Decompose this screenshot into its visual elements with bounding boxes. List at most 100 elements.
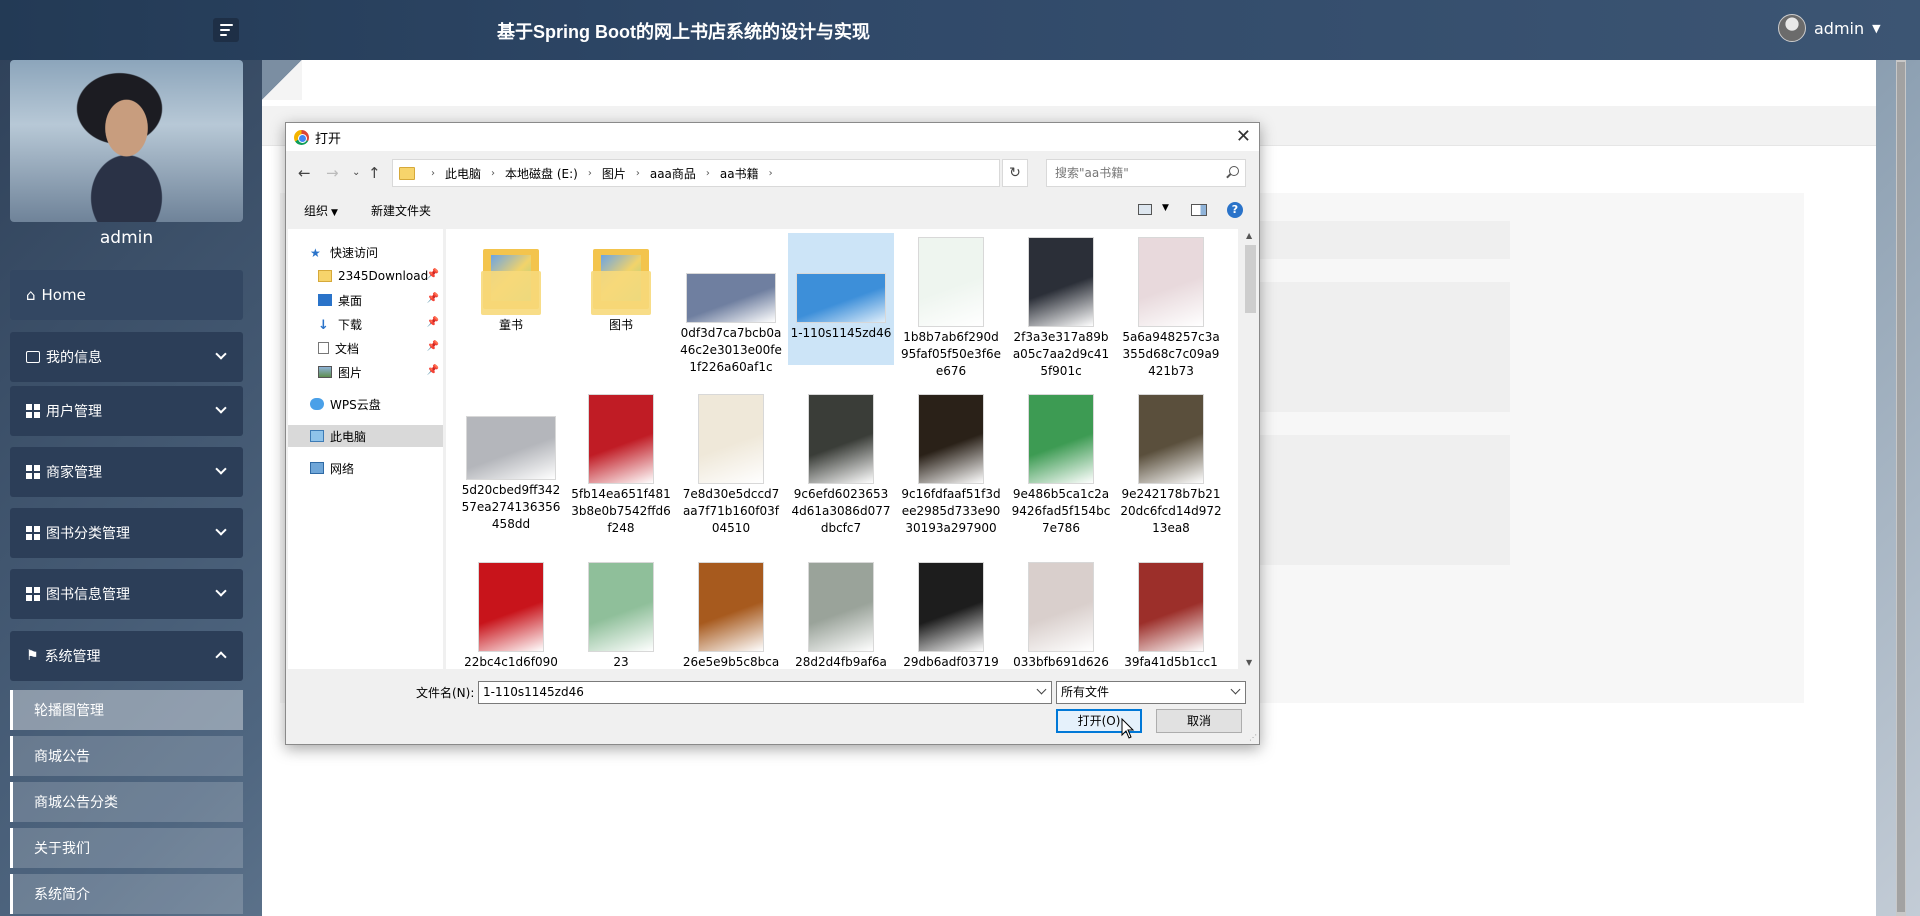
nav-item-quick-access[interactable]: ★ 快速访问 (288, 241, 443, 263)
nav-item-pictures[interactable]: 图片 📌 (288, 361, 443, 383)
desktop-icon (318, 294, 332, 306)
page-scrollbar[interactable] (1896, 60, 1906, 916)
sidebar-item-book-info[interactable]: 图书信息管理 (10, 569, 243, 619)
sidebar-item-book-categories[interactable]: 图书分类管理 (10, 508, 243, 558)
search-placeholder: 搜索"aa书籍" (1055, 166, 1129, 180)
menu-toggle-icon[interactable] (213, 18, 239, 42)
file-item[interactable]: 5fb14ea651f4813b8e0b7542ffd6f248 (568, 390, 674, 552)
view-options-icon[interactable] (1138, 204, 1152, 215)
breadcrumb-separator-icon[interactable]: › (769, 168, 773, 179)
address-bar[interactable]: › 此电脑 › 本地磁盘 (E:) › 图片 › aaa商品 › aa书籍 › (392, 159, 1088, 187)
help-icon[interactable]: ? (1227, 202, 1243, 218)
page-scrollbar-thumb[interactable] (1897, 62, 1905, 912)
file-list-scrollbar-thumb[interactable] (1245, 245, 1256, 313)
file-item[interactable]: 9c6efd60236534d61a3086d077dbcfc7 (788, 390, 894, 552)
breadcrumb-separator-icon[interactable]: › (636, 168, 640, 179)
search-icon[interactable] (1229, 166, 1239, 176)
file-item[interactable]: 5d20cbed9ff34257ea274136356458dd (458, 390, 564, 552)
recent-locations-chevron-icon[interactable]: ⌄ (352, 167, 360, 178)
search-input[interactable]: 搜索"aa书籍" (1046, 159, 1246, 187)
refresh-icon[interactable]: ↻ (1002, 159, 1028, 187)
file-item[interactable]: 9c16fdfaaf51f3dee2985d733e9030193a297900 (898, 390, 1004, 552)
sidebar-item-system[interactable]: ⚑ 系统管理 (10, 631, 243, 681)
placeholder-area (1260, 435, 1510, 565)
file-item[interactable]: 0df3d7ca7bcb0a46c2e3013e00fe1f226a60af1c (678, 233, 784, 374)
nav-item-documents[interactable]: 文档 📌 (288, 337, 443, 359)
nav-item-network[interactable]: 网络 (288, 457, 443, 479)
up-arrow-icon[interactable]: ↑ (368, 164, 381, 182)
file-item[interactable]: 1b8b7ab6f290d95faf05f50e3f6ee676 (898, 233, 1004, 378)
breadcrumb-item[interactable]: 图片 (602, 165, 626, 182)
pin-icon: 📌 (426, 365, 439, 376)
breadcrumb-separator-icon[interactable]: › (706, 168, 710, 179)
user-name[interactable]: admin (1814, 19, 1864, 38)
caret-down-icon[interactable]: ▼ (1162, 203, 1169, 213)
file-item[interactable]: 29db6adf03719 (898, 558, 1004, 669)
cancel-button[interactable]: 取消 (1156, 709, 1242, 733)
file-item[interactable]: 22bc4c1d6f090 (458, 558, 564, 669)
sidebar-item-my-info[interactable]: 我的信息 (10, 332, 243, 382)
file-item[interactable]: 1-110s1145zd46 (788, 233, 894, 365)
sidebar-item-merchants[interactable]: 商家管理 (10, 447, 243, 497)
sidebar-subitem-system-intro[interactable]: 系统简介 (10, 874, 243, 914)
user-avatar[interactable] (1778, 14, 1806, 42)
dialog-title: 打开 (315, 131, 342, 147)
nav-item-this-pc[interactable]: 此电脑 (288, 425, 443, 447)
file-item[interactable]: 26e5e9b5c8bca (678, 558, 784, 669)
sidebar-subitem-carousel[interactable]: 轮播图管理 (10, 690, 243, 730)
breadcrumb-item[interactable]: aa书籍 (720, 165, 759, 182)
pin-icon: 📌 (426, 269, 439, 280)
breadcrumb-separator-icon[interactable]: › (491, 168, 495, 179)
sidebar-item-home[interactable]: ⌂ Home (10, 270, 243, 320)
filetype-select[interactable]: 所有文件 (1056, 681, 1246, 704)
nav-item-downloads[interactable]: ↓ 下载 📌 (288, 313, 443, 335)
chevron-down-icon[interactable] (1230, 684, 1241, 695)
close-icon[interactable]: ✕ (1236, 126, 1251, 147)
caret-down-icon[interactable]: ▼ (1872, 22, 1880, 35)
resize-grip-icon[interactable]: ⋰ (1249, 733, 1257, 742)
organize-button[interactable]: 组织 ▼ (304, 202, 338, 219)
file-item[interactable]: 9e242178b7b2120dc6fcd14d97213ea8 (1118, 390, 1224, 552)
file-item[interactable]: 5a6a948257c3a355d68c7c09a9421b73 (1118, 233, 1224, 378)
nav-item-label: 桌面 (338, 293, 363, 308)
grid-icon (26, 465, 40, 479)
folder-icon (318, 270, 332, 282)
file-list-scrollbar[interactable]: ▲ ▼ (1242, 229, 1259, 669)
breadcrumb-separator-icon[interactable]: › (588, 168, 592, 179)
scroll-up-icon[interactable]: ▲ (1246, 231, 1252, 240)
sidebar-subitem-about-us[interactable]: 关于我们 (10, 828, 243, 868)
breadcrumb-item[interactable]: 此电脑 (445, 165, 481, 182)
preview-pane-icon[interactable] (1191, 204, 1207, 216)
new-folder-button[interactable]: 新建文件夹 (371, 202, 431, 219)
pin-icon: 📌 (426, 317, 439, 328)
file-item[interactable]: 033bfb691d626 (1008, 558, 1114, 669)
file-item[interactable]: 23 (568, 558, 674, 669)
dialog-titlebar[interactable]: 打开 ✕ (286, 123, 1259, 151)
image-thumbnail (1028, 237, 1094, 327)
filename-input[interactable]: 1-110s1145zd46 (478, 681, 1052, 704)
file-item[interactable]: 2f3a3e317a89ba05c7aa2d9c415f901c (1008, 233, 1114, 378)
sidebar-subitem-announcements[interactable]: 商城公告 (10, 736, 243, 776)
id-card-icon (26, 351, 40, 363)
breadcrumb-item[interactable]: 本地磁盘 (E:) (505, 165, 578, 182)
sidebar-item-users[interactable]: 用户管理 (10, 386, 243, 436)
file-name-label: 26e5e9b5c8bca (682, 655, 780, 669)
breadcrumb-separator-icon[interactable]: › (431, 168, 435, 179)
nav-item-wps-cloud[interactable]: WPS云盘 (288, 393, 443, 415)
file-item[interactable]: 9e486b5ca1c2a9426fad5f154bc7e786 (1008, 390, 1114, 552)
back-arrow-icon[interactable]: ← (298, 164, 311, 182)
folder-item[interactable]: 图书 (568, 233, 674, 365)
file-item[interactable]: 39fa41d5b1cc1 (1118, 558, 1224, 669)
breadcrumb-item[interactable]: aaa商品 (650, 165, 696, 182)
sidebar-subitem-announcement-categories[interactable]: 商城公告分类 (10, 782, 243, 822)
nav-item-desktop[interactable]: 桌面 📌 (288, 289, 443, 311)
folder-item[interactable]: 童书 (458, 233, 564, 365)
nav-item-2345download[interactable]: 2345Download 📌 (288, 265, 443, 287)
file-item[interactable]: 28d2d4fb9af6a (788, 558, 894, 669)
forward-arrow-icon[interactable]: → (326, 164, 339, 182)
scroll-down-icon[interactable]: ▼ (1246, 658, 1252, 667)
user-menu[interactable]: admin ▼ (1778, 14, 1881, 42)
file-item[interactable]: 7e8d30e5dccd7aa7f71b160f03f04510 (678, 390, 784, 552)
filename-label: 文件名(N): (416, 686, 475, 700)
chevron-down-icon[interactable] (1036, 684, 1047, 695)
